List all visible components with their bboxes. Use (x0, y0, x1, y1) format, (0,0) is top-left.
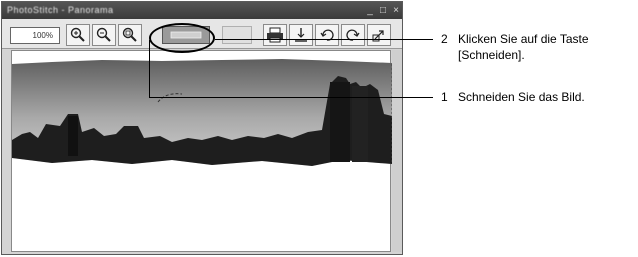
callout-text-1: Schneiden Sie das Bild. (458, 90, 585, 104)
save-icon (295, 28, 307, 42)
print-button[interactable] (263, 24, 287, 46)
zoom-fit-icon (122, 27, 137, 42)
callout-number-1: 1 (441, 90, 448, 104)
zoom-in-icon (70, 27, 85, 42)
callout-text-2-line2: [Schneiden]. (458, 48, 525, 62)
minimize-button[interactable]: _ (364, 5, 376, 16)
callout-text-2-line1: Klicken Sie auf die Taste (458, 32, 589, 46)
window-title: PhotoStitch - Panorama (7, 5, 114, 15)
rotate-right-button[interactable] (341, 24, 365, 46)
callout-line-1-vertical (149, 40, 150, 98)
disabled-button[interactable] (222, 26, 252, 44)
title-bar: PhotoStitch - Panorama _ □ × (2, 2, 402, 19)
callout-line-1-horizontal (149, 97, 433, 98)
close-button[interactable]: × (390, 5, 402, 16)
help-button[interactable] (367, 24, 391, 46)
crop-button-highlight (149, 23, 215, 53)
rotate-left-button[interactable] (315, 24, 339, 46)
printer-icon (267, 27, 283, 43)
panorama-image (12, 59, 392, 166)
save-button[interactable] (289, 24, 313, 46)
callout-number-2: 2 (441, 32, 448, 46)
help-icon (372, 30, 384, 42)
zoom-in-button[interactable] (66, 24, 90, 46)
maximize-button[interactable]: □ (377, 5, 389, 16)
zoom-select[interactable]: 100% (10, 27, 60, 44)
callout-line-2 (215, 39, 433, 40)
rotate-left-icon (320, 29, 334, 41)
zoom-out-icon (96, 27, 111, 42)
rotate-right-icon (346, 29, 360, 41)
zoom-out-button[interactable] (92, 24, 116, 46)
zoom-fit-button[interactable] (118, 24, 142, 46)
vertical-scrollbar[interactable] (392, 50, 402, 252)
